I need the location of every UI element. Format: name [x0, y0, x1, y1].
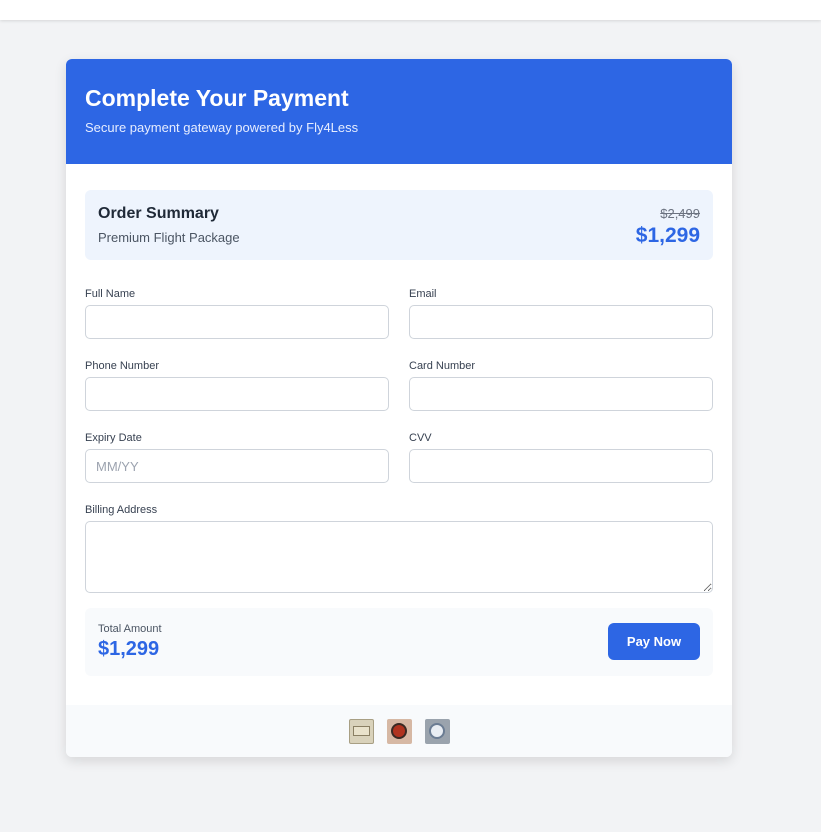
billing-address-input[interactable]: [85, 521, 713, 593]
cvv-group: CVV: [409, 432, 713, 504]
expiry-label: Expiry Date: [85, 432, 142, 444]
expiry-input[interactable]: [85, 449, 389, 483]
phone-input[interactable]: [85, 377, 389, 411]
payment-body: Order Summary Premium Flight Package $2,…: [66, 164, 732, 676]
cvv-input[interactable]: [409, 449, 713, 483]
page-title: Complete Your Payment: [85, 85, 349, 111]
billing-address-group: Billing Address: [85, 504, 713, 608]
full-name-label: Full Name: [85, 288, 136, 300]
pay-now-button[interactable]: Pay Now: [608, 623, 700, 660]
email-input[interactable]: [409, 305, 713, 339]
total-label: Total Amount: [98, 623, 162, 635]
card-icon: [348, 718, 374, 744]
amex-icon: [424, 718, 450, 744]
top-bar: [0, 0, 821, 20]
total-section: Total Amount $1,299 Pay Now: [85, 608, 713, 676]
phone-label: Phone Number: [85, 360, 159, 372]
card-number-group: Card Number: [409, 360, 713, 432]
card-number-label: Card Number: [409, 360, 476, 372]
original-price: $2,499: [660, 206, 700, 221]
mastercard-icon: [386, 718, 412, 744]
full-name-input[interactable]: [85, 305, 389, 339]
card-number-input[interactable]: [409, 377, 713, 411]
page-subtitle: Secure payment gateway powered by Fly4Le…: [85, 120, 359, 135]
total-amount: $1,299: [98, 638, 160, 660]
full-name-group: Full Name: [85, 288, 389, 360]
payment-card: Complete Your Payment Secure payment gat…: [66, 59, 732, 757]
expiry-group: Expiry Date: [85, 432, 389, 504]
cvv-label: CVV: [409, 432, 432, 444]
billing-address-label: Billing Address: [85, 504, 158, 516]
order-summary: Order Summary Premium Flight Package $2,…: [85, 190, 713, 260]
payment-form: Full Name Email Phone Number Card Number…: [85, 288, 713, 608]
phone-group: Phone Number: [85, 360, 389, 432]
email-group: Email: [409, 288, 713, 360]
discounted-price: $1,299: [635, 224, 700, 247]
order-item-name: Premium Flight Package: [98, 230, 240, 245]
email-label: Email: [409, 288, 437, 300]
payment-header: Complete Your Payment Secure payment gat…: [66, 59, 732, 164]
payment-methods-footer: [66, 705, 732, 757]
order-summary-title: Order Summary: [98, 205, 219, 222]
